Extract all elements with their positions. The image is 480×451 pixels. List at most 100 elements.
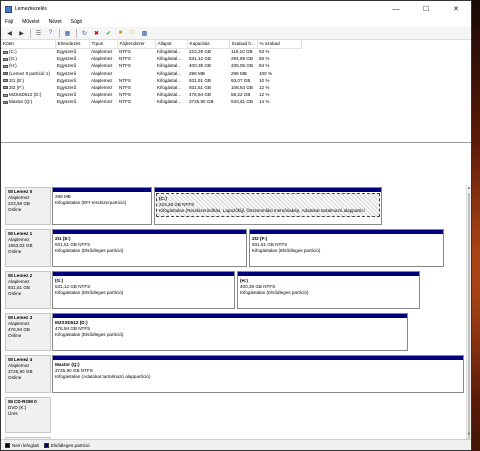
disk-row: Lemez 2 Alaplemez 931,51 GB Online (G:) 531,1…: [5, 271, 466, 309]
table-cell: Egyszerű: [57, 99, 77, 105]
window-title: Lemezkezelés: [15, 6, 47, 12]
table-cell: 533,61 GB: [231, 99, 253, 105]
partition[interactable]: (C:) 223,28 GB NTFS Kifogástalan (Rendszer…: [154, 187, 382, 225]
pane-splitter[interactable]: [1, 143, 471, 185]
back-icon[interactable]: ◀: [5, 29, 14, 38]
scroll-thumb[interactable]: [468, 193, 470, 439]
table-cell: 298 MB: [189, 70, 205, 76]
table-row[interactable]: 2t2 (F:) Egyszerű Alaplemez NTFS Kifogástal.…: [1, 84, 301, 91]
table-cell: Egyszerű: [57, 56, 77, 62]
folder-icon[interactable]: ■: [116, 29, 125, 38]
disk-status: Online: [8, 249, 22, 254]
list-icon[interactable]: ☰: [34, 29, 43, 38]
table-row[interactable]: 2t1 (E:) Egyszerű Alaplemez NTFS Kifogástal.…: [1, 77, 301, 84]
volume-icon: [3, 57, 8, 61]
table-cell: 2t1 (E:): [1, 77, 55, 84]
disk-info[interactable]: Lemez 4 Alaplemez 3725,90 GB Online: [5, 355, 51, 393]
column-header[interactable]: Kötet: [1, 40, 56, 49]
disk-icon: [8, 400, 13, 404]
column-header[interactable]: Állapot: [155, 40, 188, 49]
column-header[interactable]: Elrendezés: [55, 40, 90, 49]
open-icon[interactable]: □: [128, 29, 137, 38]
disk-name: Lemez 2: [14, 273, 33, 278]
disk-name: Lemez 1: [14, 231, 33, 236]
maximize-button[interactable]: ☐: [411, 1, 441, 17]
table-cell: Kifogástal...: [157, 49, 182, 55]
disk-list: Lemez 0 Alaplemez 223,58 GB Online 298 MB Kif…: [1, 185, 466, 439]
title-bar: Lemezkezelés — ☐ ✕: [1, 1, 471, 17]
table-cell: NTFS: [119, 85, 131, 91]
partition[interactable]: 298 MB Kifogástalan (EFI-rendszerpartíció…: [52, 187, 152, 225]
table-row[interactable]: Maxtor (Q:) Egyszerű Alaplemez NTFS Kifogást…: [1, 98, 301, 105]
column-header[interactable]: % szabad: [257, 40, 302, 49]
disk-info[interactable]: CD-ROM 0 DVD (K:) Üres: [5, 397, 51, 433]
disk-row: CD-ROM 1DVD: [5, 437, 466, 439]
scroll-up-icon[interactable]: ▲: [467, 185, 471, 193]
disk-icon: [8, 316, 13, 320]
table-cell: 2t2 (F:): [1, 84, 55, 91]
refresh-icon[interactable]: ↻: [80, 29, 89, 38]
partition[interactable]: Maxtor (Q:) 3725,90 GB NTFS Kifogástalan (…: [52, 355, 464, 393]
help-icon[interactable]: ?: [46, 29, 55, 38]
disk-name: Lemez 0: [14, 189, 33, 194]
disk-info[interactable]: Lemez 1 Alaplemez 1863,02 GB Online: [5, 229, 51, 267]
check-icon[interactable]: ✔: [104, 29, 113, 38]
vertical-scrollbar[interactable]: ▲ ▼: [466, 185, 471, 439]
disk-info[interactable]: Lemez 3 Alaplemez 476,94 GB Online: [5, 313, 51, 351]
partition[interactable]: (G:) 531,12 GB NTFS Kifogástalan (Elsődleg…: [52, 271, 235, 309]
disk-name: Lemez 3: [14, 315, 33, 320]
disk-icon: [8, 274, 13, 278]
column-header[interactable]: Szabad h...: [229, 40, 258, 49]
table-cell: 10 %: [259, 77, 270, 83]
table-cell: NTFS: [119, 49, 131, 55]
menu-view[interactable]: Nézet: [49, 19, 62, 25]
table-cell: 931,51 GB: [189, 77, 211, 83]
menu-file[interactable]: Fájl: [5, 19, 13, 25]
close-button[interactable]: ✕: [441, 1, 471, 17]
column-header[interactable]: Típus: [89, 40, 118, 49]
partition-status: Kifogástalan (Elsődleges partíció): [55, 332, 124, 337]
table-cell: 56 %: [259, 56, 270, 62]
table-cell: Alaplemez: [91, 99, 113, 105]
table-row[interactable]: (Lemez 0 partíció 1) Egyszerű Alaplemez Kif…: [1, 70, 301, 77]
table-cell: NTFS: [119, 99, 131, 105]
disk-info[interactable]: Lemez 0 Alaplemez 223,58 GB Online: [5, 187, 51, 225]
table-cell: Kifogástal...: [157, 99, 182, 105]
partition[interactable]: (H:) 400,39 GB NTFS Kifogástalan (Elsődleg…: [237, 271, 420, 309]
table-row[interactable]: (H:) Egyszerű Alaplemez NTFS Kifogástal... 40…: [1, 62, 301, 69]
table-cell: NTFS: [119, 56, 131, 62]
disk-row: Lemez 0 Alaplemez 223,58 GB Online 298 MB Kif…: [5, 187, 466, 225]
table-cell: (C:): [1, 48, 55, 55]
scroll-down-icon[interactable]: ▼: [467, 431, 471, 439]
table-cell: 298 MB: [231, 70, 247, 76]
table-row[interactable]: (C:) Egyszerű Alaplemez NTFS Kifogástal... 22…: [1, 48, 301, 55]
view-icon[interactable]: ▩: [140, 29, 149, 38]
table-cell: Kifogástal...: [157, 63, 182, 69]
table-cell: Alaplemez: [91, 49, 113, 55]
column-header[interactable]: Fájlrendszer: [117, 40, 156, 49]
menu-action[interactable]: Művelet: [22, 19, 40, 25]
partition[interactable]: M2SSD512 (D:) 476,94 GB NTFS Kifogástalan …: [52, 313, 408, 351]
legend: Nem lefoglalt Elsődleges partíció: [1, 439, 471, 450]
table-cell: Egyszerű: [57, 92, 77, 98]
volume-icon: [3, 86, 8, 90]
disk-info[interactable]: Lemez 2 Alaplemez 931,51 GB Online: [5, 271, 51, 309]
table-cell: NTFS: [119, 77, 131, 83]
table-cell: [117, 70, 155, 77]
volume-name: 2t2 (F:): [9, 85, 24, 91]
properties-icon[interactable]: ▦: [63, 29, 72, 38]
partition[interactable]: 2t2 (F:) 931,51 GB NTFS Kifogástalan (Első…: [249, 229, 444, 267]
column-header[interactable]: Kapacitás: [187, 40, 230, 49]
table-row[interactable]: (G:) Egyszerű Alaplemez NTFS Kifogástal... 53…: [1, 55, 301, 62]
disk-status: Online: [8, 375, 22, 380]
forward-icon[interactable]: ▶: [17, 29, 26, 38]
disk-info[interactable]: CD-ROM 1DVD: [5, 437, 51, 439]
delete-icon[interactable]: ✖: [92, 29, 101, 38]
minimize-button[interactable]: —: [381, 1, 411, 17]
partition[interactable]: 2t1 (E:) 931,51 GB NTFS Kifogástalan (Első…: [52, 229, 247, 267]
legend-swatch: [43, 442, 49, 448]
partition-status: Kifogástalan (Rendszerindítás, Lapozófáj…: [159, 208, 365, 213]
table-cell: Egyszerű: [57, 85, 77, 91]
menu-help[interactable]: Súgó: [71, 19, 83, 25]
table-row[interactable]: M2SSD512 (D:) Egyszerű Alaplemez NTFS Kifogá…: [1, 91, 301, 98]
